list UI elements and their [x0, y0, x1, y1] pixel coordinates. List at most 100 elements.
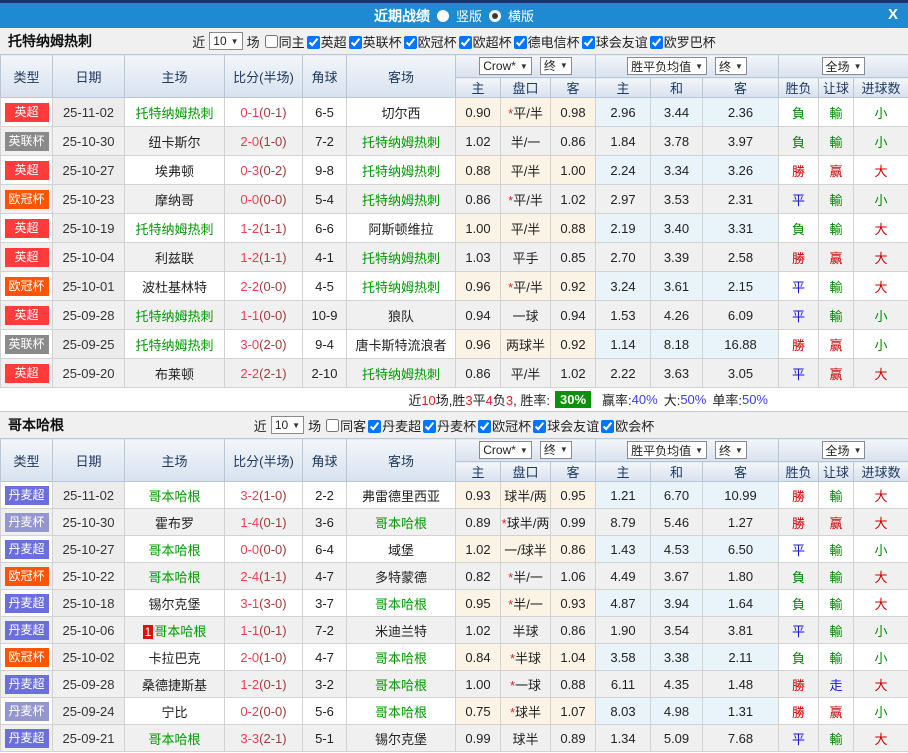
league-checkbox-label[interactable]: 丹麦超 [382, 419, 421, 434]
same-home-checkbox[interactable] [264, 34, 278, 48]
halftime-score: (1-0) [259, 133, 287, 149]
odds-home-cell: 0.82 [455, 562, 501, 590]
league-checkbox[interactable] [601, 419, 615, 433]
horizontal-radio-label[interactable]: 横版 [508, 6, 534, 25]
col-odds-away: 客 [550, 461, 596, 482]
same-away-checkbox[interactable] [326, 418, 340, 432]
close-icon[interactable]: X [888, 6, 898, 23]
league-checkbox-label[interactable]: 丹麦杯 [437, 419, 476, 434]
bookmaker-select[interactable]: Crow* ▼ [479, 57, 532, 76]
league-checkbox[interactable] [423, 419, 437, 433]
league-badge: 英超 [4, 247, 49, 267]
mean-select[interactable]: 胜平负均值 ▼ [627, 441, 707, 459]
league-checkbox[interactable] [581, 35, 595, 49]
horizontal-radio[interactable] [489, 9, 501, 22]
handicap-cell: 平手 [500, 242, 551, 272]
mean-away-cell: 3.81 [701, 616, 780, 644]
match-count-select[interactable]: 10 ▼ [209, 32, 243, 50]
league-checkbox-label[interactable]: 欧会杯 [615, 419, 654, 434]
league-checkbox[interactable] [306, 35, 320, 49]
home-team-name: 利兹联 [154, 250, 194, 266]
odds-time-select[interactable]: 终 ▼ [539, 56, 572, 75]
col-res-goals: 进球数 [853, 461, 908, 482]
league-type-cell: 丹麦超 [0, 589, 53, 617]
fulltime-score: 3-0 [240, 336, 260, 352]
scope-select[interactable]: 全场 ▼ [821, 441, 866, 459]
handicap-cell: *半球 [500, 643, 551, 671]
result-handicap-cell: 走 [818, 670, 855, 698]
league-checkbox-label[interactable]: 欧罗巴杯 [664, 35, 716, 50]
league-type-cell: 英超 [0, 97, 53, 127]
col-mean-home: 主 [595, 77, 651, 98]
team2-match-table: 类型 日期 主场 比分(半场) 角球 客场 Crow* ▼ 终 ▼ 胜平负均值 ▼ 终 ▼ … [0, 438, 908, 752]
match-date-cell: 25-10-19 [52, 213, 125, 243]
league-checkbox[interactable] [348, 35, 362, 49]
away-team-name: 狼队 [387, 308, 414, 324]
odds-away-cell: 0.92 [550, 329, 596, 359]
vertical-radio-label[interactable]: 竖版 [456, 6, 482, 25]
league-checkbox-label[interactable]: 球会友谊 [547, 419, 599, 434]
halftime-score: (0-0) [259, 703, 287, 719]
league-checkbox[interactable] [368, 419, 382, 433]
league-checkbox-label[interactable]: 德电信杯 [528, 35, 580, 50]
match-row: 欧冠杯 25-10-02 卡拉巴克 2-0(1-0) 4-7 哥本哈根 0.84 *半球 1.0… [0, 643, 908, 671]
league-badge: 丹麦超 [4, 728, 49, 748]
home-team-name: 桑德捷斯基 [141, 677, 207, 693]
league-checkbox[interactable] [458, 35, 472, 49]
corner-cell: 6-6 [302, 213, 347, 243]
away-team-name: 米迪兰特 [374, 623, 427, 639]
match-date-cell: 25-11-02 [52, 481, 125, 509]
same-away-label[interactable]: 同客 [340, 416, 366, 435]
league-checkbox-label[interactable]: 英超 [321, 35, 347, 50]
league-badge: 欧冠杯 [4, 276, 49, 296]
mean-time-select[interactable]: 终 ▼ [715, 441, 747, 459]
away-team-name: 弗雷德里西亚 [361, 488, 440, 504]
corner-cell: 6-5 [302, 97, 347, 127]
vertical-radio[interactable] [436, 9, 449, 22]
league-type-cell: 丹麦超 [0, 481, 53, 509]
scope-select[interactable]: 全场 ▼ [821, 57, 866, 75]
col-res-goals: 进球数 [853, 77, 908, 98]
home-team-name: 宁比 [161, 704, 188, 720]
league-checkbox[interactable] [649, 35, 663, 49]
league-checkbox-label[interactable]: 欧冠杯 [418, 35, 457, 50]
odds-away-cell: 0.94 [550, 300, 596, 330]
mean-draw-cell: 5.09 [650, 724, 703, 752]
col-corner: 角球 [302, 54, 347, 98]
bookmaker-select[interactable]: Crow* ▼ [479, 441, 532, 460]
league-checkbox[interactable] [513, 35, 527, 49]
fulltime-score: 0-3 [240, 162, 260, 178]
mean-time-select[interactable]: 终 ▼ [715, 57, 747, 75]
away-team-cell: 托特纳姆热刺 [346, 126, 456, 156]
match-count-select[interactable]: 10 ▼ [270, 416, 305, 434]
away-team-cell: 狼队 [346, 300, 456, 330]
halftime-score: (0-0) [259, 191, 287, 207]
result-wdl-cell: 負 [778, 97, 820, 127]
league-checkbox[interactable] [533, 419, 547, 433]
fulltime-score: 2-0 [240, 649, 260, 665]
chevron-down-icon: ▼ [519, 445, 528, 455]
mean-away-cell: 2.36 [701, 97, 780, 127]
odds-time-select[interactable]: 终 ▼ [539, 440, 572, 459]
result-wdl-cell: 勝 [778, 697, 820, 725]
col-res-wdl: 胜负 [778, 461, 820, 482]
odds-home-cell: 0.84 [455, 643, 501, 671]
match-date-cell: 25-10-23 [52, 184, 125, 214]
league-checkbox-label[interactable]: 英联杯 [363, 35, 402, 50]
mean-draw-cell: 3.53 [650, 184, 703, 214]
league-checkbox[interactable] [478, 419, 492, 433]
result-wdl-cell: 平 [778, 358, 820, 388]
league-checkbox-label[interactable]: 欧冠杯 [492, 419, 531, 434]
score-cell: 1-4(0-1) [224, 508, 303, 536]
odds-home-cell: 0.99 [455, 724, 501, 752]
same-home-label[interactable]: 同主 [279, 32, 305, 51]
away-team-cell: 托特纳姆热刺 [346, 155, 456, 185]
odds-home-cell: 1.00 [455, 213, 501, 243]
league-checkbox-label[interactable]: 球会友谊 [596, 35, 648, 50]
league-type-cell: 丹麦超 [0, 724, 53, 752]
league-checkbox-label[interactable]: 欧超杯 [473, 35, 512, 50]
league-checkbox[interactable] [403, 35, 417, 49]
odds-away-cell: 0.86 [550, 535, 596, 563]
mean-select[interactable]: 胜平负均值 ▼ [627, 57, 707, 75]
handicap-cell: 球半 [500, 724, 551, 752]
